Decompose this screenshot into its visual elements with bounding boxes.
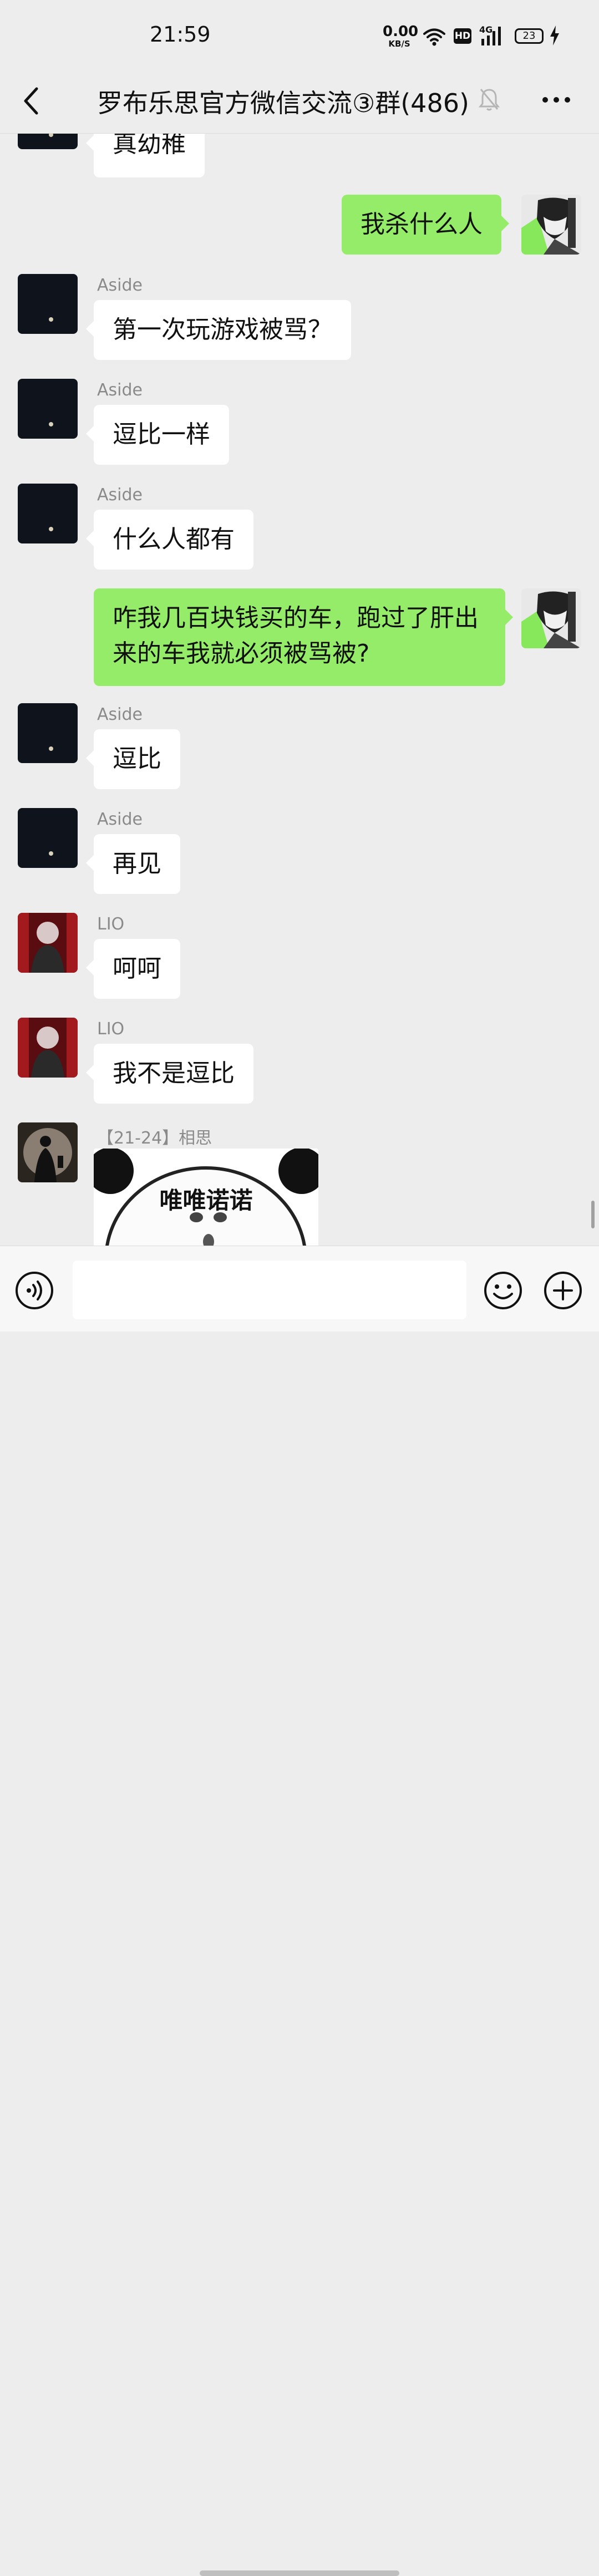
sender-name: Aside [97,705,143,724]
home-indicator [200,2570,399,2576]
chevron-left-icon[interactable] [20,84,42,118]
avatar-aside[interactable] [18,808,78,868]
more-dots-icon[interactable] [541,94,571,105]
message-bubble[interactable]: 我杀什么人 [342,195,509,255]
battery-icon: 23 [515,28,544,44]
emoji-icon[interactable] [483,1271,523,1310]
message-bubble[interactable]: 我不是逗比 [86,1044,253,1104]
network-speed-unit: KB/S [388,39,410,49]
message-bubble[interactable]: 呵呵 [86,939,180,999]
avatar-aside[interactable] [18,484,78,543]
charging-bolt-icon [550,26,559,45]
status-bar: 21:59 0.00 KB/S HD 4G 23 [0,0,599,72]
avatar-aside[interactable] [18,274,78,334]
avatar-me[interactable] [521,588,581,648]
sender-name: 【21-24】相思 [97,1129,212,1148]
message-bubble[interactable]: 再见 [86,834,180,894]
chat-message-list[interactable]: 真幼稚 我杀什么人 Aside 第一次玩游戏被骂？ Aside 逗比一样 Asi… [0,134,599,1246]
sender-name: LIO [97,1019,125,1039]
sender-name: Aside [97,276,143,295]
message-input[interactable] [73,1261,466,1319]
chat-title[interactable]: 罗布乐思官方微信交流③群(486) [97,83,469,120]
message-bubble[interactable]: 逗比一样 [86,405,229,465]
chat-header: 罗布乐思官方微信交流③群(486) [0,72,599,134]
sender-name: Aside [97,810,143,829]
avatar-aside[interactable] [18,379,78,439]
avatar-aside[interactable] [18,703,78,763]
status-time: 21:59 [150,22,211,47]
input-bar [0,1246,599,2576]
network-speed-value: 0.00 [383,23,419,40]
avatar-lio[interactable] [18,1018,78,1078]
battery-level: 23 [522,30,536,42]
avatar-aside[interactable] [18,134,78,149]
message-bubble[interactable]: 什么人都有 [86,510,253,570]
scrollbar-thumb[interactable] [591,1201,595,1228]
message-bubble[interactable]: 第一次玩游戏被骂？ [86,300,351,360]
avatar-me[interactable] [521,195,581,255]
network-speed: 0.00 KB/S [383,23,419,49]
sticker-image[interactable]: 唯唯诺诺 [94,1149,318,1246]
sender-name: LIO [97,914,125,934]
message-bubble[interactable]: 真幼稚 [86,134,205,177]
voice-icon[interactable] [14,1271,54,1310]
hd-icon: HD [454,28,471,44]
signal-4g-icon: 4G [479,24,507,47]
wifi-icon [423,28,445,46]
sender-name: Aside [97,485,143,505]
avatar-xiangsi[interactable] [18,1122,78,1182]
message-bubble[interactable]: 咋我几百块钱买的车，跑过了肝出来的车我就必须被骂被? [94,588,513,686]
message-bubble[interactable]: 逗比 [86,729,180,789]
sender-name: Aside [97,380,143,400]
bell-off-icon [478,89,500,111]
avatar-lio[interactable] [18,913,78,973]
sticker-caption: 唯唯诺诺 [159,1187,253,1214]
plus-icon[interactable] [543,1271,583,1310]
